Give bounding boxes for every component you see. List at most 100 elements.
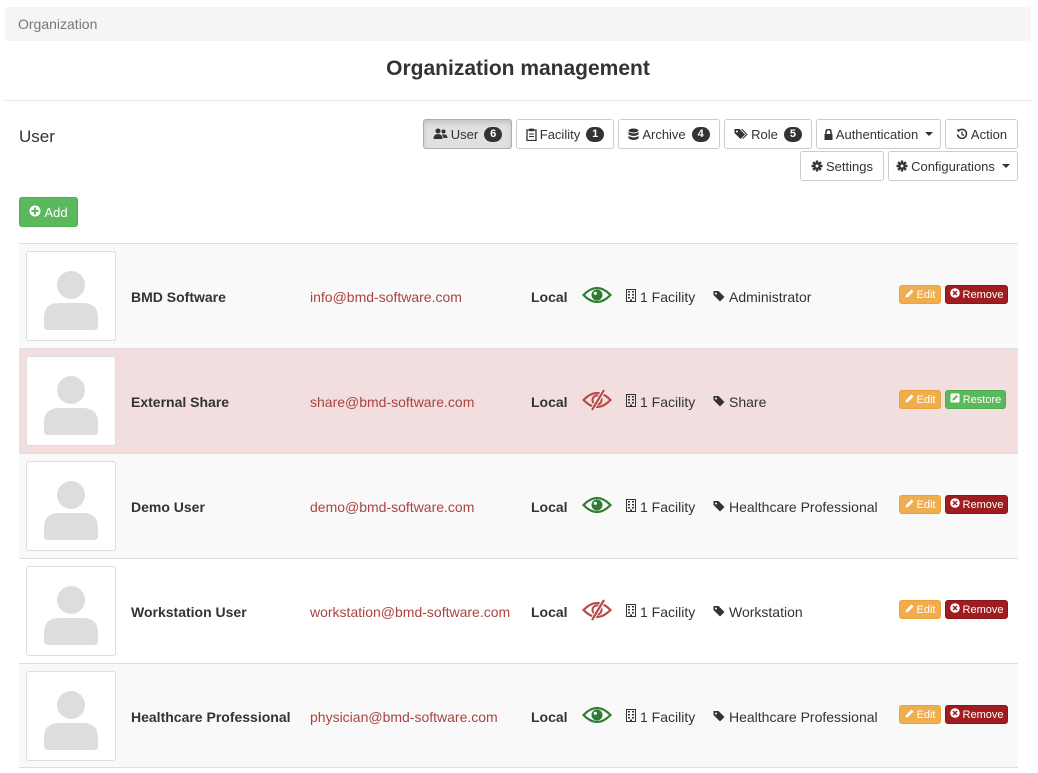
times-circle-icon [949,603,960,616]
user-role-label: Workstation [729,604,803,620]
lock-icon [824,128,833,140]
chevron-down-icon [1001,164,1010,168]
visibility-toggle[interactable] [581,494,613,519]
user-facility: 1 Facility [626,604,695,620]
authentication-dropdown[interactable]: Authentication [816,119,941,149]
user-role: Healthcare Professional [713,499,878,515]
edit-user-button[interactable]: Edit [899,600,941,619]
edit-label: Edit [916,393,936,406]
tab-user-label: User [450,126,479,142]
user-facility-label: 1 Facility [640,289,696,305]
remove-user-button[interactable]: Remove [945,495,1008,514]
user-role: Administrator [713,289,811,305]
user-silhouette-icon [27,672,115,760]
user-email: info@bmd-software.com [310,289,462,305]
avatar [26,251,116,341]
times-circle-icon [949,498,960,511]
edit-user-button[interactable]: Edit [899,495,941,514]
avatar [26,356,116,446]
remove-user-button[interactable]: Remove [945,705,1008,724]
user-email: workstation@bmd-software.com [310,604,511,620]
configurations-dropdown[interactable]: Configurations [888,151,1018,181]
tab-user[interactable]: User 6 [423,119,512,149]
gear-icon [811,160,823,172]
user-name: External Share [131,394,230,410]
user-row: Demo User demo@bmd-software.com Local 1 … [19,453,1018,558]
user-name: Workstation User [131,604,247,620]
pencil-icon [905,709,914,721]
tag-icon [713,499,725,515]
avatar [26,671,116,761]
user-facility: 1 Facility [626,289,695,305]
user-auth-type: Local [531,289,568,305]
page-title: Organization management [386,57,650,80]
pencil-icon [905,499,914,511]
eye-icon [581,706,613,729]
action-button[interactable]: Action [945,119,1018,149]
tag-icon [713,709,725,725]
user-count-badge: 6 [484,126,503,142]
remove-label: Remove [962,603,1004,616]
building-icon [626,709,636,725]
configurations-label: Configurations [911,158,995,174]
user-auth-type: Local [531,394,568,410]
user-auth-type: Local [531,499,568,515]
edit-user-button[interactable]: Edit [899,705,941,724]
settings-button[interactable]: Settings [800,151,884,181]
user-facility: 1 Facility [626,499,695,515]
user-auth-type: Local [531,709,568,725]
remove-user-button[interactable]: Remove [945,285,1008,304]
user-role-label: Share [729,394,767,410]
tab-facility-label: Facility [539,126,581,142]
breadcrumb-item-organization[interactable]: Organization [18,16,97,32]
settings-label: Settings [826,158,873,174]
tag-icon [713,604,725,620]
facility-count-badge: 1 [586,126,605,142]
user-row: External Share share@bmd-software.com Lo… [19,348,1018,453]
users-icon [433,128,448,140]
edit-user-button[interactable]: Edit [899,285,941,304]
visibility-toggle[interactable] [581,284,613,309]
restore-label: Restore [962,393,1002,406]
remove-label: Remove [962,498,1004,511]
gear-icon [896,160,908,172]
clipboard-icon [526,128,537,141]
pencil-icon [905,289,914,301]
user-role: Workstation [713,604,803,620]
edit-user-button[interactable]: Edit [899,390,941,409]
user-name: BMD Software [131,289,226,305]
building-icon [626,394,636,410]
user-name: Healthcare Professional [131,709,291,725]
edit-label: Edit [916,288,936,301]
tab-role-label: Role [751,126,778,142]
remove-user-button[interactable]: Remove [945,600,1008,619]
edit-label: Edit [916,498,936,511]
authentication-label: Authentication [835,126,919,142]
user-role-label: Healthcare Professional [729,709,878,725]
avatar [26,566,116,656]
eye-slash-icon [581,598,613,624]
tab-archive[interactable]: Archive 4 [618,119,720,149]
add-user-button[interactable]: Add [19,197,78,227]
section-label: User [19,127,55,146]
remove-label: Remove [962,288,1004,301]
user-role: Share [713,394,766,410]
avatar [26,461,116,551]
visibility-toggle[interactable] [581,598,613,624]
tab-facility[interactable]: Facility 1 [516,119,614,149]
user-email: share@bmd-software.com [310,394,475,410]
tab-role[interactable]: Role 5 [724,119,812,149]
visibility-toggle[interactable] [581,704,613,729]
building-icon [626,604,636,620]
eye-icon [581,496,613,519]
user-facility-label: 1 Facility [640,394,696,410]
user-silhouette-icon [27,357,115,445]
restore-user-button[interactable]: Restore [945,390,1006,409]
building-icon [626,499,636,515]
history-icon [956,128,968,140]
chevron-down-icon [925,132,934,136]
visibility-toggle[interactable] [581,388,613,414]
user-name: Demo User [131,499,205,515]
archive-count-badge: 4 [691,126,710,142]
pencil-icon [905,604,914,616]
